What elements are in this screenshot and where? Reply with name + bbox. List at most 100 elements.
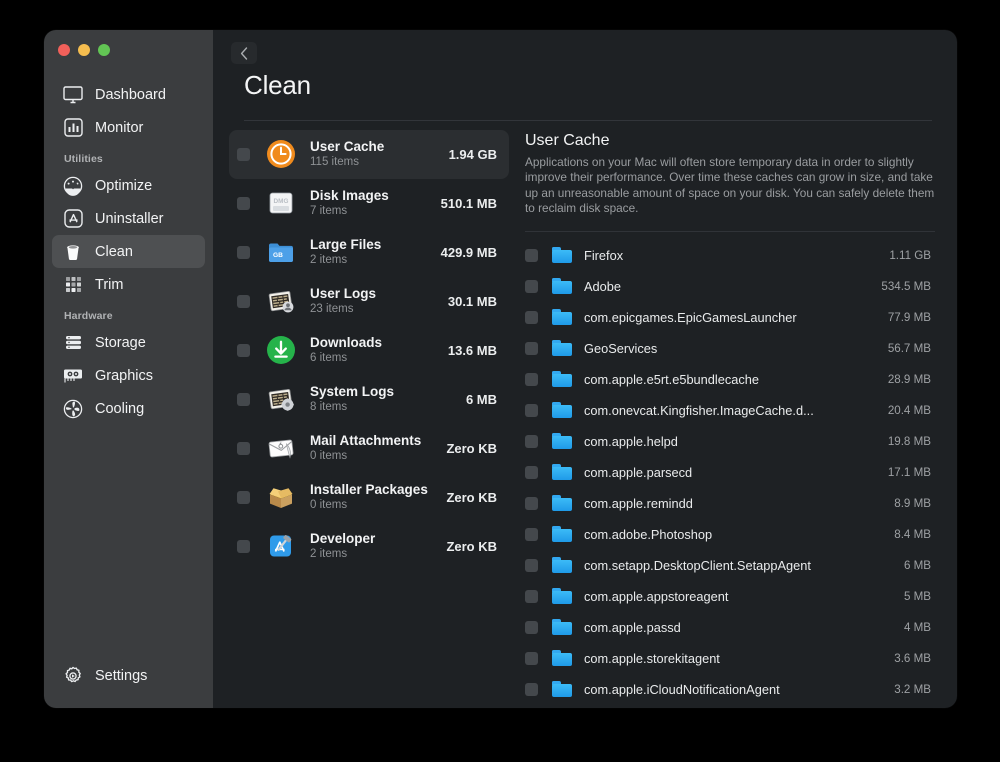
category-row[interactable]: Downloads6 items13.6 MB xyxy=(229,326,509,375)
category-size: Zero KB xyxy=(446,490,497,505)
category-checkbox[interactable] xyxy=(237,491,250,504)
file-checkbox[interactable] xyxy=(525,590,538,603)
file-row[interactable]: Adobe534.5 MB xyxy=(525,271,935,302)
file-checkbox[interactable] xyxy=(525,435,538,448)
category-item-count: 0 items xyxy=(310,498,438,513)
file-row[interactable]: com.epicgames.EpicGamesLauncher77.9 MB xyxy=(525,302,935,333)
file-row[interactable]: com.setapp.DesktopClient.SetappAgent6 MB xyxy=(525,550,935,581)
file-checkbox[interactable] xyxy=(525,528,538,541)
folder-icon xyxy=(552,402,572,418)
file-checkbox[interactable] xyxy=(525,497,538,510)
category-row[interactable]: User Logs23 items30.1 MB xyxy=(229,277,509,326)
category-row[interactable]: GB Large Files2 items429.9 MB xyxy=(229,228,509,277)
zoom-window-button[interactable] xyxy=(98,44,110,56)
sidebar-item-dashboard[interactable]: Dashboard xyxy=(52,78,205,111)
category-row[interactable]: Mail Attachments0 itemsZero KB xyxy=(229,424,509,473)
file-row[interactable]: com.apple.appstoreagent5 MB xyxy=(525,581,935,612)
category-checkbox[interactable] xyxy=(237,246,250,259)
file-checkbox[interactable] xyxy=(525,404,538,417)
file-checkbox[interactable] xyxy=(525,249,538,262)
sidebar-item-label: Monitor xyxy=(95,120,143,136)
category-checkbox[interactable] xyxy=(237,148,250,161)
file-checkbox[interactable] xyxy=(525,683,538,696)
file-checkbox[interactable] xyxy=(525,373,538,386)
sidebar-item-settings[interactable]: Settings xyxy=(52,659,205,692)
sidebar-item-label: Uninstaller xyxy=(95,211,164,227)
sidebar-item-storage[interactable]: Storage xyxy=(52,326,205,359)
file-row[interactable]: com.apple.remindd8.9 MB xyxy=(525,488,935,519)
file-checkbox[interactable] xyxy=(525,466,538,479)
category-checkbox[interactable] xyxy=(237,295,250,308)
app-store-icon xyxy=(62,208,84,230)
file-checkbox[interactable] xyxy=(525,342,538,355)
category-text: User Cache115 items xyxy=(310,138,441,170)
cleanup-category-list[interactable]: User Cache115 items 1.94 GB DMG Disk Imag… xyxy=(213,121,525,708)
sidebar-item-label: Cooling xyxy=(95,401,144,417)
package-box-icon xyxy=(264,480,298,514)
file-row[interactable]: com.apple.parsecd17.1 MB xyxy=(525,457,935,488)
category-row[interactable]: DMG Disk Images7 items510.1 MB xyxy=(229,179,509,228)
category-text: Downloads6 items xyxy=(310,334,440,366)
category-checkbox[interactable] xyxy=(237,442,250,455)
file-row[interactable]: com.apple.amsengagementd3.2 MB xyxy=(525,705,935,708)
sidebar-item-label: Storage xyxy=(95,335,146,351)
file-name: com.apple.remindd xyxy=(584,496,884,511)
category-checkbox[interactable] xyxy=(237,344,250,357)
file-size: 20.4 MB xyxy=(888,404,931,417)
folder-icon xyxy=(552,247,572,263)
file-checkbox[interactable] xyxy=(525,559,538,572)
file-row[interactable]: com.apple.passd4 MB xyxy=(525,612,935,643)
file-row[interactable]: Firefox1.11 GB xyxy=(525,240,935,271)
sidebar-item-label: Graphics xyxy=(95,368,153,384)
file-checkbox[interactable] xyxy=(525,621,538,634)
sidebar-item-uninstaller[interactable]: Uninstaller xyxy=(52,202,205,235)
sidebar-item-trim[interactable]: Trim xyxy=(52,268,205,301)
file-size: 17.1 MB xyxy=(888,466,931,479)
grid-icon xyxy=(62,274,84,296)
file-size: 6 MB xyxy=(904,559,931,572)
close-window-button[interactable] xyxy=(58,44,70,56)
detail-title: User Cache xyxy=(525,132,935,150)
category-row[interactable]: System Logs8 items6 MB xyxy=(229,375,509,424)
file-checkbox[interactable] xyxy=(525,311,538,324)
dmg-disk-icon: DMG xyxy=(264,186,298,220)
file-row[interactable]: com.adobe.Photoshop8.4 MB xyxy=(525,519,935,550)
minimize-window-button[interactable] xyxy=(78,44,90,56)
category-row[interactable]: Developer2 itemsZero KB xyxy=(229,522,509,571)
folder-icon xyxy=(552,464,572,480)
sidebar-section-utilities: Utilities xyxy=(52,144,205,169)
sidebar-item-clean[interactable]: Clean xyxy=(52,235,205,268)
detail-description: Applications on your Mac will often stor… xyxy=(525,155,935,217)
category-name: User Cache xyxy=(310,138,441,155)
sidebar-item-graphics[interactable]: Graphics xyxy=(52,359,205,392)
file-row[interactable]: com.apple.e5rt.e5bundlecache28.9 MB xyxy=(525,364,935,395)
back-button[interactable] xyxy=(231,42,257,64)
file-row[interactable]: com.onevcat.Kingfisher.ImageCache.d... 20… xyxy=(525,395,935,426)
file-checkbox[interactable] xyxy=(525,280,538,293)
file-row[interactable]: com.apple.helpd19.8 MB xyxy=(525,426,935,457)
category-checkbox[interactable] xyxy=(237,540,250,553)
category-checkbox[interactable] xyxy=(237,393,250,406)
category-row[interactable]: User Cache115 items 1.94 GB xyxy=(229,130,509,179)
file-size: 3.6 MB xyxy=(894,652,931,665)
file-row[interactable]: GeoServices56.7 MB xyxy=(525,333,935,364)
file-name: Firefox xyxy=(584,248,879,263)
category-size: 1.94 GB xyxy=(449,147,497,162)
category-row[interactable]: Installer Packages0 itemsZero KB xyxy=(229,473,509,522)
category-name: System Logs xyxy=(310,383,458,400)
folder-icon xyxy=(552,557,572,573)
sidebar-item-cooling[interactable]: Cooling xyxy=(52,392,205,425)
sidebar-item-optimize[interactable]: Optimize xyxy=(52,169,205,202)
category-text: Large Files2 items xyxy=(310,236,433,268)
folder-icon xyxy=(552,278,572,294)
xcode-hammer-icon xyxy=(264,529,298,563)
folder-icon xyxy=(552,495,572,511)
file-row[interactable]: com.apple.storekitagent3.6 MB xyxy=(525,643,935,674)
user-log-icon xyxy=(264,284,298,318)
category-checkbox[interactable] xyxy=(237,197,250,210)
sidebar-item-monitor[interactable]: Monitor xyxy=(52,111,205,144)
file-list[interactable]: Firefox1.11 GBAdobe534.5 MBcom.epicgames… xyxy=(525,240,935,708)
file-row[interactable]: com.apple.iCloudNotificationAgent3.2 MB xyxy=(525,674,935,705)
file-checkbox[interactable] xyxy=(525,652,538,665)
file-name: com.onevcat.Kingfisher.ImageCache.d... xyxy=(584,403,878,418)
